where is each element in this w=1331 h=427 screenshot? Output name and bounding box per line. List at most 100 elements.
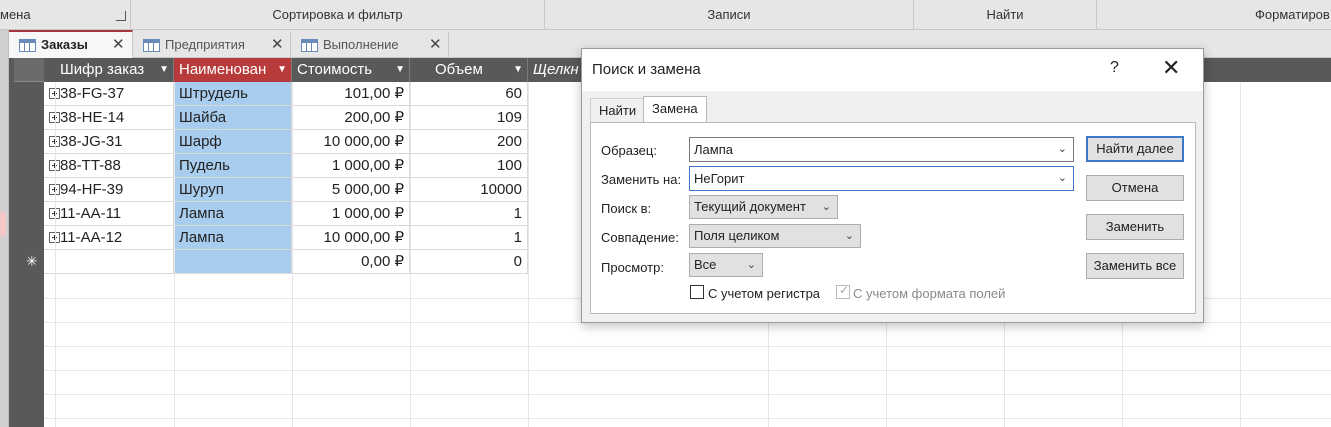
cell-order-code[interactable]: 38-HE-14 xyxy=(44,106,174,130)
column-header-cost[interactable]: Стоимость ▼ xyxy=(292,58,410,82)
match-select[interactable]: Поля целиком ⌄ xyxy=(689,224,861,248)
cell-name[interactable]: Штрудель xyxy=(174,82,292,106)
cell-volume[interactable]: 0 xyxy=(410,250,528,274)
record-selector[interactable] xyxy=(14,226,44,250)
tab-label: Найти xyxy=(599,103,637,118)
search-direction-select[interactable]: Все ⌄ xyxy=(689,253,763,277)
cell-volume[interactable]: 200 xyxy=(410,130,528,154)
cell-cost[interactable]: 5 000,00 ₽ xyxy=(292,178,410,202)
cell-volume[interactable]: 1 xyxy=(410,202,528,226)
dialog-title: Поиск и замена xyxy=(592,61,701,78)
grid-line xyxy=(528,82,529,427)
column-header-label: Объем xyxy=(435,61,483,78)
cell-name[interactable]: Лампа xyxy=(174,226,292,250)
cell-cost[interactable]: 200,00 ₽ xyxy=(292,106,410,130)
cell-order-code[interactable]: 38-JG-31 xyxy=(44,130,174,154)
cell-volume[interactable]: 100 xyxy=(410,154,528,178)
tab-replace[interactable]: Замена xyxy=(643,96,707,122)
cancel-button[interactable]: Отмена xyxy=(1086,175,1184,201)
replace-with-label: Заменить на: xyxy=(601,172,682,187)
dialog-title-bar: Поиск и замена ? ✕ xyxy=(582,49,1203,91)
cell-cost[interactable]: 10 000,00 ₽ xyxy=(292,226,410,250)
tab-label: Выполнение xyxy=(323,37,399,52)
cell-order-code[interactable]: 11-AA-12 xyxy=(44,226,174,250)
cell-cost[interactable]: 101,00 ₽ xyxy=(292,82,410,106)
column-header-order-code[interactable]: Шифр заказ ▼ xyxy=(55,58,174,82)
table-row: 11-AA-12 Лампа 10 000,00 ₽1 xyxy=(44,226,528,250)
replace-with-input[interactable]: НеГорит ⌄ xyxy=(689,166,1074,191)
record-selector[interactable] xyxy=(14,202,44,226)
find-what-label: Образец: xyxy=(601,143,657,158)
new-record-selector[interactable]: ✳ xyxy=(14,250,44,274)
record-selector[interactable] xyxy=(14,82,44,106)
cell-cost[interactable]: 10 000,00 ₽ xyxy=(292,130,410,154)
close-icon[interactable]: ✕ xyxy=(429,32,442,58)
close-icon[interactable]: ✕ xyxy=(112,32,125,58)
filter-arrow-icon[interactable]: ▼ xyxy=(513,58,523,82)
tab-find[interactable]: Найти xyxy=(590,98,646,122)
chevron-down-icon[interactable]: ⌄ xyxy=(1058,138,1067,161)
match-case-label[interactable]: С учетом регистра xyxy=(708,286,820,301)
cell-name[interactable] xyxy=(174,250,292,274)
cell-name[interactable]: Лампа xyxy=(174,202,292,226)
search-direction-value: Все xyxy=(694,257,717,272)
column-header-volume[interactable]: Объем ▼ xyxy=(410,58,528,82)
record-selector[interactable] xyxy=(14,106,44,130)
replace-button[interactable]: Заменить xyxy=(1086,214,1184,240)
close-icon[interactable]: ✕ xyxy=(271,32,284,58)
tab-label: Заказы xyxy=(41,37,88,52)
select-all-corner[interactable] xyxy=(14,58,44,82)
cell-name[interactable]: Шарф xyxy=(174,130,292,154)
cell-order-code[interactable]: 38-FG-37 xyxy=(44,82,174,106)
cell-order-code[interactable]: 88-TT-88 xyxy=(44,154,174,178)
cell-name[interactable]: Шуруп xyxy=(174,178,292,202)
tab-enterprises[interactable]: Предприятия ✕ xyxy=(133,32,291,58)
cell-order-code[interactable]: 94-HF-39 xyxy=(44,178,174,202)
cell-order-code[interactable]: 11-AA-11 xyxy=(44,202,174,226)
record-selector[interactable] xyxy=(14,154,44,178)
search-fields-as-formatted-checkbox: ✓ xyxy=(836,283,850,299)
replace-all-button[interactable]: Заменить все xyxy=(1086,253,1184,279)
grid-line xyxy=(55,82,56,427)
tab-orders[interactable]: Заказы ✕ xyxy=(9,30,133,58)
column-header-label: Наименован xyxy=(179,61,267,78)
table-row: 94-HF-39 Шуруп 5 000,00 ₽10000 xyxy=(44,178,528,202)
record-selector[interactable] xyxy=(14,178,44,202)
search-fields-as-formatted-label: С учетом формата полей xyxy=(853,286,1006,301)
filter-arrow-icon[interactable]: ▼ xyxy=(395,58,405,82)
find-next-button[interactable]: Найти далее xyxy=(1086,136,1184,162)
filter-arrow-icon[interactable]: ▼ xyxy=(277,58,287,82)
checkmark-icon: ✓ xyxy=(839,283,850,297)
column-header-name[interactable]: Наименован ▼ xyxy=(174,58,292,82)
cell-name[interactable]: Пудель xyxy=(174,154,292,178)
navigation-pane-collapsed[interactable] xyxy=(0,30,9,427)
find-what-input[interactable]: Лампа ⌄ xyxy=(689,137,1074,162)
column-header-label: Щелкн xyxy=(533,61,579,78)
grid-line xyxy=(44,394,1331,395)
look-in-value: Текущий документ xyxy=(694,199,806,214)
chevron-down-icon[interactable]: ⌄ xyxy=(1058,167,1067,190)
look-in-label: Поиск в: xyxy=(601,201,652,216)
help-icon[interactable]: ? xyxy=(1110,59,1119,77)
cell-volume[interactable]: 1 xyxy=(410,226,528,250)
dialog-launcher-icon[interactable] xyxy=(116,11,126,21)
cell-order-code[interactable] xyxy=(44,250,174,274)
table-row: 11-AA-11 Лампа 1 000,00 ₽1 xyxy=(44,202,528,226)
cell-cost[interactable]: 1 000,00 ₽ xyxy=(292,202,410,226)
search-direction-label: Просмотр: xyxy=(601,260,664,275)
filter-arrow-icon[interactable]: ▼ xyxy=(159,58,169,82)
match-case-checkbox[interactable] xyxy=(690,285,704,299)
cell-volume[interactable]: 10000 xyxy=(410,178,528,202)
tab-execution[interactable]: Выполнение ✕ xyxy=(291,32,449,58)
cell-cost[interactable]: 0,00 ₽ xyxy=(292,250,410,274)
new-record-icon: ✳ xyxy=(26,253,38,269)
cell-cost[interactable]: 1 000,00 ₽ xyxy=(292,154,410,178)
cell-volume[interactable]: 109 xyxy=(410,106,528,130)
look-in-select[interactable]: Текущий документ ⌄ xyxy=(689,195,838,219)
record-selector[interactable] xyxy=(14,130,44,154)
close-icon[interactable]: ✕ xyxy=(1162,55,1180,81)
ribbon-group-clipboard: мена xyxy=(0,0,131,30)
cell-name[interactable]: Шайба xyxy=(174,106,292,130)
cell-volume[interactable]: 60 xyxy=(410,82,528,106)
grid-line xyxy=(410,82,411,427)
